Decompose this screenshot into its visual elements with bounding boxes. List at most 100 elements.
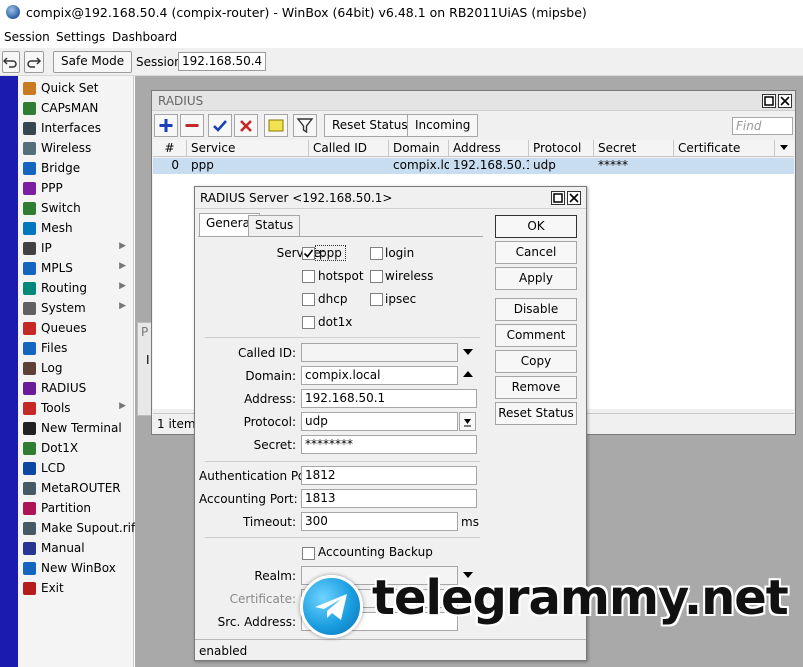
domain-field[interactable]: compix.local xyxy=(301,366,458,385)
column-header[interactable]: Domain xyxy=(389,140,449,157)
sidebar-item-routing[interactable]: Routing ▶ xyxy=(18,278,132,298)
copy-button[interactable]: Copy xyxy=(495,350,577,373)
redo-button[interactable] xyxy=(24,51,44,73)
sidebar-item-lcd[interactable]: LCD xyxy=(18,458,132,478)
sidebar-item-interfaces[interactable]: Interfaces xyxy=(18,118,132,138)
disable-button[interactable]: Disable xyxy=(495,298,577,321)
radius-window-title: RADIUS xyxy=(158,94,204,108)
sidebar-item-log[interactable]: Log xyxy=(18,358,132,378)
sidebar-item-system[interactable]: System ▶ xyxy=(18,298,132,318)
sidebar-item-new-winbox[interactable]: New WinBox xyxy=(18,558,132,578)
column-header[interactable]: Address xyxy=(449,140,529,157)
column-header[interactable]: Protocol xyxy=(529,140,594,157)
reset-status-button[interactable]: Reset Status xyxy=(495,402,577,425)
apply-button[interactable]: Apply xyxy=(495,267,577,290)
comment-button[interactable] xyxy=(264,114,288,137)
sidebar-item-make-supout-rif[interactable]: Make Supout.rif xyxy=(18,518,135,538)
sidebar-item-mpls[interactable]: MPLS ▶ xyxy=(18,258,132,278)
incoming-button[interactable]: Incoming xyxy=(407,114,479,137)
column-header[interactable]: Called ID xyxy=(309,140,389,157)
sidebar-item-bridge[interactable]: Bridge xyxy=(18,158,132,178)
table-row[interactable]: 0 ppp compix.lo... 192.168.50.1 udp ****… xyxy=(153,158,794,174)
add-button[interactable] xyxy=(154,114,178,137)
sidebar-item-mesh[interactable]: Mesh xyxy=(18,218,132,238)
dialog-title: RADIUS Server <192.168.50.1> xyxy=(200,191,393,205)
filter-button[interactable] xyxy=(293,114,317,137)
column-header[interactable]: Secret xyxy=(594,140,674,157)
sidebar-item-wireless[interactable]: Wireless xyxy=(18,138,132,158)
ok-button[interactable]: OK xyxy=(495,215,577,238)
remove-button[interactable] xyxy=(180,114,204,137)
service-login-checkbox[interactable] xyxy=(370,247,383,260)
submenu-arrow-icon: ▶ xyxy=(119,261,126,271)
remove-button[interactable]: Remove xyxy=(495,376,577,399)
protocol-dropdown-button[interactable] xyxy=(459,412,476,431)
disable-button[interactable] xyxy=(234,114,258,137)
session-field[interactable]: 192.168.50.4 xyxy=(178,52,267,71)
undo-button[interactable] xyxy=(2,51,20,73)
metarouter-icon xyxy=(23,482,36,495)
sidebar-item-capsman[interactable]: CAPsMAN xyxy=(18,98,132,118)
address-field[interactable]: 192.168.50.1 xyxy=(301,389,477,408)
safe-mode-button[interactable]: Safe Mode xyxy=(53,51,133,73)
close-button[interactable] xyxy=(778,94,792,108)
sidebar-item-queues[interactable]: Queues xyxy=(18,318,132,338)
chevron-down-icon[interactable] xyxy=(463,349,473,355)
timeout-field[interactable]: 300 xyxy=(301,512,458,531)
service-wireless-checkbox[interactable] xyxy=(370,270,383,283)
sidebar-item-partition[interactable]: Partition xyxy=(18,498,132,518)
tab-status[interactable]: Status xyxy=(248,215,301,236)
cancel-button[interactable]: Cancel xyxy=(495,241,577,264)
partition-icon xyxy=(23,502,36,515)
sidebar-item-label: Dot1X xyxy=(41,441,79,455)
column-header[interactable]: Certificate xyxy=(674,140,775,157)
enable-button[interactable] xyxy=(208,114,232,137)
sidebar-item-new-terminal[interactable]: New Terminal xyxy=(18,418,132,438)
find-input[interactable]: Find xyxy=(732,117,793,135)
sidebar-item-tools[interactable]: Tools ▶ xyxy=(18,398,132,418)
sidebar-item-metarouter[interactable]: MetaROUTER xyxy=(18,478,132,498)
sidebar-item-radius[interactable]: RADIUS xyxy=(18,378,132,398)
accounting-backup-checkbox[interactable] xyxy=(302,547,315,560)
submenu-arrow-icon: ▶ xyxy=(119,301,126,311)
dialog-maximize-button[interactable] xyxy=(551,191,565,205)
secret-field[interactable]: ******** xyxy=(301,435,477,454)
columns-menu-button[interactable] xyxy=(775,140,794,157)
sidebar-item-quick-set[interactable]: Quick Set xyxy=(18,78,132,98)
acct-port-field[interactable]: 1813 xyxy=(301,489,477,508)
menu-dashboard[interactable]: Dashboard xyxy=(112,30,177,44)
row-secret: ***** xyxy=(598,158,628,172)
sidebar-item-ppp[interactable]: PPP xyxy=(18,178,132,198)
terminal-icon xyxy=(23,422,36,435)
chevron-up-icon[interactable] xyxy=(463,371,473,377)
ip-icon xyxy=(23,242,36,255)
service-hotspot-checkbox[interactable] xyxy=(302,270,315,283)
sidebar-item-label: Switch xyxy=(41,201,81,215)
service-dot1x-checkbox[interactable] xyxy=(302,316,315,329)
sidebar-item-ip[interactable]: IP ▶ xyxy=(18,238,132,258)
row-called-id xyxy=(309,158,389,174)
reset-status-button[interactable]: Reset Status xyxy=(324,114,416,137)
maximize-button[interactable] xyxy=(762,94,776,108)
column-header[interactable]: # xyxy=(153,140,187,157)
sidebar-item-label: Tools xyxy=(41,401,71,415)
called-id-field[interactable] xyxy=(301,343,458,362)
service-ipsec-checkbox[interactable] xyxy=(370,293,383,306)
service-ppp-label: ppp xyxy=(315,245,346,261)
column-header[interactable]: Service xyxy=(187,140,309,157)
protocol-select[interactable]: udp xyxy=(301,412,458,431)
service-ppp-checkbox[interactable] xyxy=(302,247,315,260)
auth-port-field[interactable]: 1812 xyxy=(301,466,477,485)
dialog-close-button[interactable] xyxy=(567,191,581,205)
menu-settings[interactable]: Settings xyxy=(56,30,105,44)
menu-session[interactable]: Session xyxy=(4,30,50,44)
sidebar-item-dot1x[interactable]: Dot1X xyxy=(18,438,132,458)
wireless-icon xyxy=(23,142,36,155)
sidebar-item-switch[interactable]: Switch xyxy=(18,198,132,218)
sidebar-item-exit[interactable]: Exit xyxy=(18,578,132,598)
service-dhcp-checkbox[interactable] xyxy=(302,293,315,306)
comment-icon xyxy=(268,119,284,132)
comment-button[interactable]: Comment xyxy=(495,324,577,347)
sidebar-item-manual[interactable]: Manual xyxy=(18,538,132,558)
sidebar-item-files[interactable]: Files xyxy=(18,338,132,358)
